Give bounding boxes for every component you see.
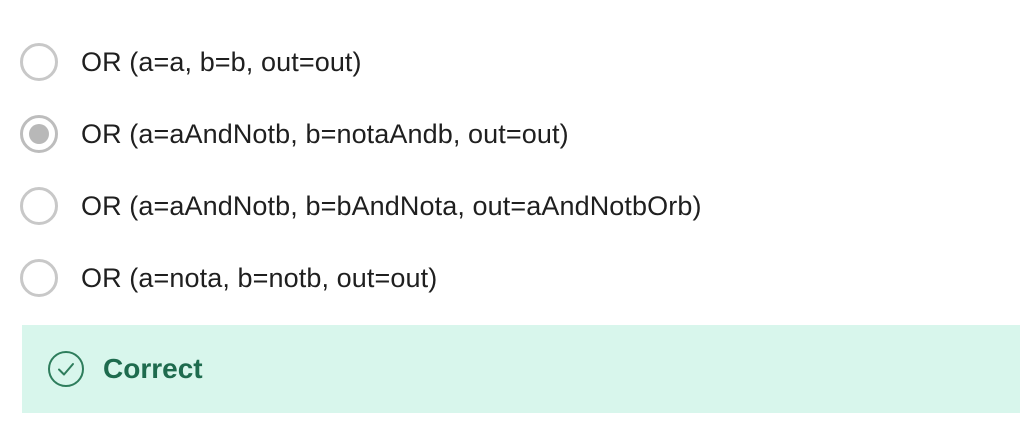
radio-button[interactable]: [20, 259, 58, 297]
answer-option-label: OR (a=nota, b=notb, out=out): [81, 262, 438, 293]
radio-selected-dot: [29, 124, 49, 144]
answer-options: OR (a=a, b=b, out=out) OR (a=aAndNotb, b…: [0, 26, 1020, 314]
check-circle-icon: [48, 351, 84, 387]
answer-option-label: OR (a=aAndNotb, b=bAndNota, out=aAndNotb…: [81, 190, 702, 221]
quiz-question: OR (a=a, b=b, out=out) OR (a=aAndNotb, b…: [0, 0, 1020, 424]
feedback-label: Correct: [103, 353, 203, 384]
answer-option-4[interactable]: OR (a=nota, b=notb, out=out): [0, 242, 1020, 314]
radio-button[interactable]: [20, 187, 58, 225]
answer-option-label: OR (a=aAndNotb, b=notaAndb, out=out): [81, 118, 569, 149]
answer-option-1[interactable]: OR (a=a, b=b, out=out): [0, 26, 1020, 98]
answer-option-label: OR (a=a, b=b, out=out): [81, 46, 362, 77]
answer-option-2[interactable]: OR (a=aAndNotb, b=notaAndb, out=out): [0, 98, 1020, 170]
answer-option-3[interactable]: OR (a=aAndNotb, b=bAndNota, out=aAndNotb…: [0, 170, 1020, 242]
radio-button-selected[interactable]: [20, 115, 58, 153]
radio-button[interactable]: [20, 43, 58, 81]
feedback-banner: Correct: [22, 325, 1020, 413]
